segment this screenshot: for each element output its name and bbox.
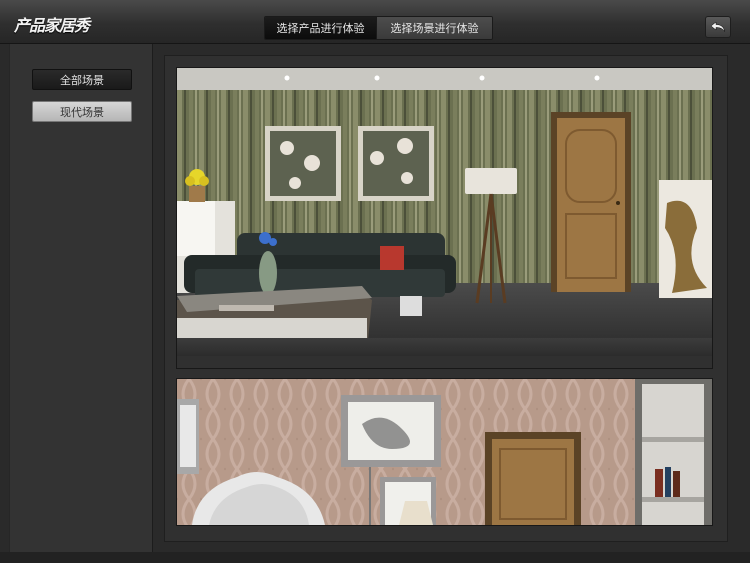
living-room-scene-image — [177, 68, 712, 350]
top-bar: 产品家居秀 选择产品进行体验 选择场景进行体验 — [0, 0, 750, 44]
tab-scene-experience[interactable]: 选择场景进行体验 — [376, 17, 492, 39]
app-logo: 产品家居秀 — [14, 16, 90, 35]
sidebar-item-modern-scenes[interactable]: 现代场景 — [32, 101, 132, 122]
tab-product-experience[interactable]: 选择产品进行体验 — [265, 17, 376, 39]
back-arrow-icon — [710, 21, 725, 32]
mode-tabs: 选择产品进行体验 选择场景进行体验 — [264, 16, 493, 40]
bedroom-scene-image — [177, 379, 712, 525]
back-button[interactable] — [705, 16, 731, 38]
scene-card-living-room[interactable] — [177, 68, 712, 368]
scene-card-footer — [177, 338, 712, 356]
scene-category-sidebar: 全部场景 现代场景 — [9, 44, 153, 552]
bottom-strip — [0, 552, 750, 563]
sidebar-item-all-scenes[interactable]: 全部场景 — [32, 69, 132, 90]
scene-card-bedroom[interactable] — [177, 379, 712, 525]
scene-gallery — [164, 55, 728, 542]
